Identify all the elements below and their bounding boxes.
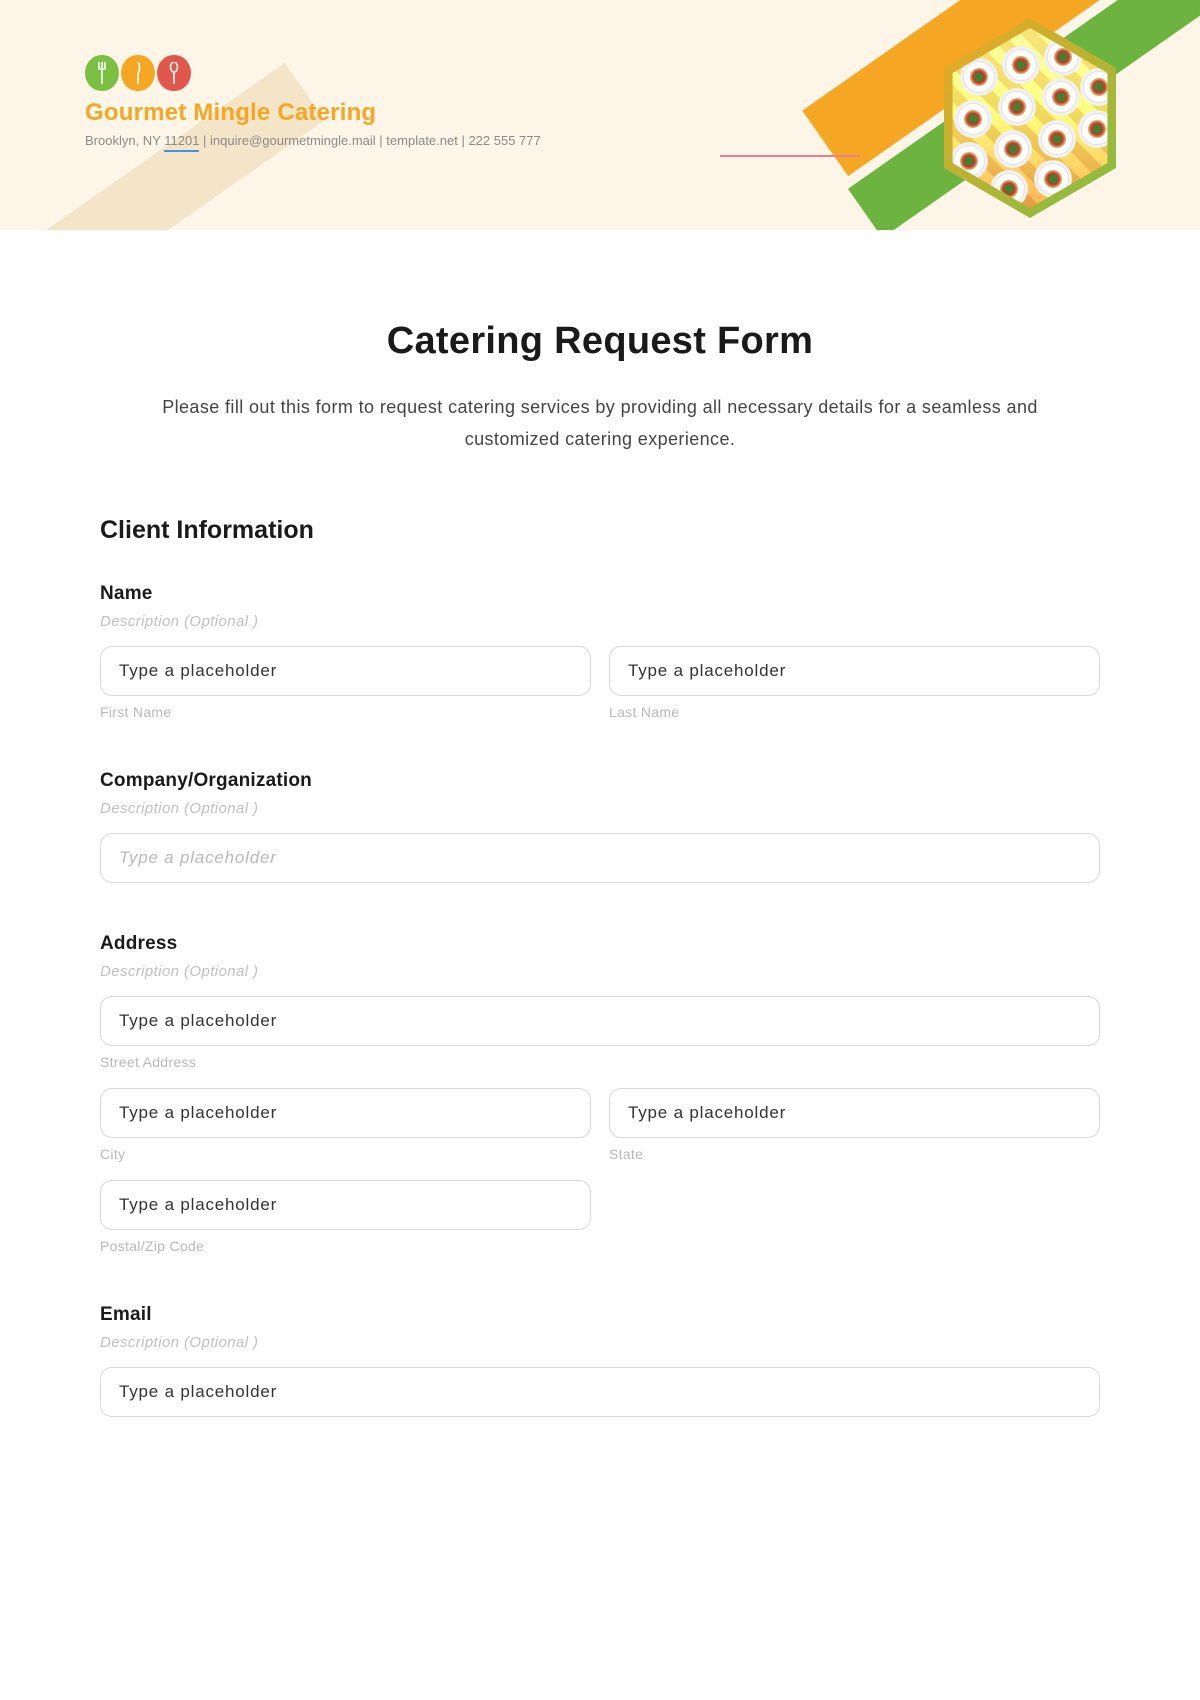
state-sublabel: State	[609, 1146, 1100, 1162]
postal-input[interactable]: Type a placeholder	[100, 1180, 591, 1230]
knife-icon	[121, 55, 155, 91]
address-label: Address	[100, 933, 1100, 955]
hero-image-hexagon	[930, 18, 1130, 218]
page-title: Catering Request Form	[100, 320, 1100, 363]
company-input[interactable]: Type a placeholder	[100, 833, 1100, 883]
city-input[interactable]: Type a placeholder	[100, 1088, 591, 1138]
street-input[interactable]: Type a placeholder	[100, 996, 1100, 1046]
brand-block: Gourmet Mingle Catering Brooklyn, NY 112…	[85, 55, 541, 148]
city-sublabel: City	[100, 1146, 591, 1162]
field-group-address: Address Description (Optional ) Type a p…	[100, 933, 1100, 1254]
brand-logo	[85, 55, 541, 91]
email-desc: Description (Optional )	[100, 1334, 1100, 1351]
field-group-name: Name Description (Optional ) Type a plac…	[100, 583, 1100, 720]
last-name-input[interactable]: Type a placeholder	[609, 646, 1100, 696]
company-desc: Description (Optional )	[100, 800, 1100, 817]
last-name-sublabel: Last Name	[609, 704, 1100, 720]
spoon-icon	[157, 55, 191, 91]
brand-contact: Brooklyn, NY 11201 | inquire@gourmetming…	[85, 133, 541, 148]
contact-prefix: Brooklyn, NY	[85, 133, 164, 148]
street-sublabel: Street Address	[100, 1054, 1100, 1070]
brand-name: Gourmet Mingle Catering	[85, 99, 541, 127]
state-input[interactable]: Type a placeholder	[609, 1088, 1100, 1138]
address-desc: Description (Optional )	[100, 963, 1100, 980]
company-label: Company/Organization	[100, 770, 1100, 792]
header-band: Gourmet Mingle Catering Brooklyn, NY 112…	[0, 0, 1200, 230]
fork-icon	[85, 55, 119, 91]
field-group-email: Email Description (Optional ) Type a pla…	[100, 1304, 1100, 1417]
page-intro: Please fill out this form to request cat…	[130, 391, 1070, 456]
postal-sublabel: Postal/Zip Code	[100, 1238, 591, 1254]
field-group-company: Company/Organization Description (Option…	[100, 770, 1100, 883]
first-name-input[interactable]: Type a placeholder	[100, 646, 591, 696]
section-client-heading: Client Information	[100, 516, 1100, 545]
first-name-sublabel: First Name	[100, 704, 591, 720]
email-input[interactable]: Type a placeholder	[100, 1367, 1100, 1417]
name-label: Name	[100, 583, 1100, 605]
contact-suffix: | inquire@gourmetmingle.mail | template.…	[199, 133, 540, 148]
email-label: Email	[100, 1304, 1100, 1326]
name-desc: Description (Optional )	[100, 613, 1100, 630]
contact-zip: 11201	[164, 133, 199, 152]
decor-line	[720, 155, 860, 157]
form-content: Catering Request Form Please fill out th…	[0, 230, 1200, 1417]
